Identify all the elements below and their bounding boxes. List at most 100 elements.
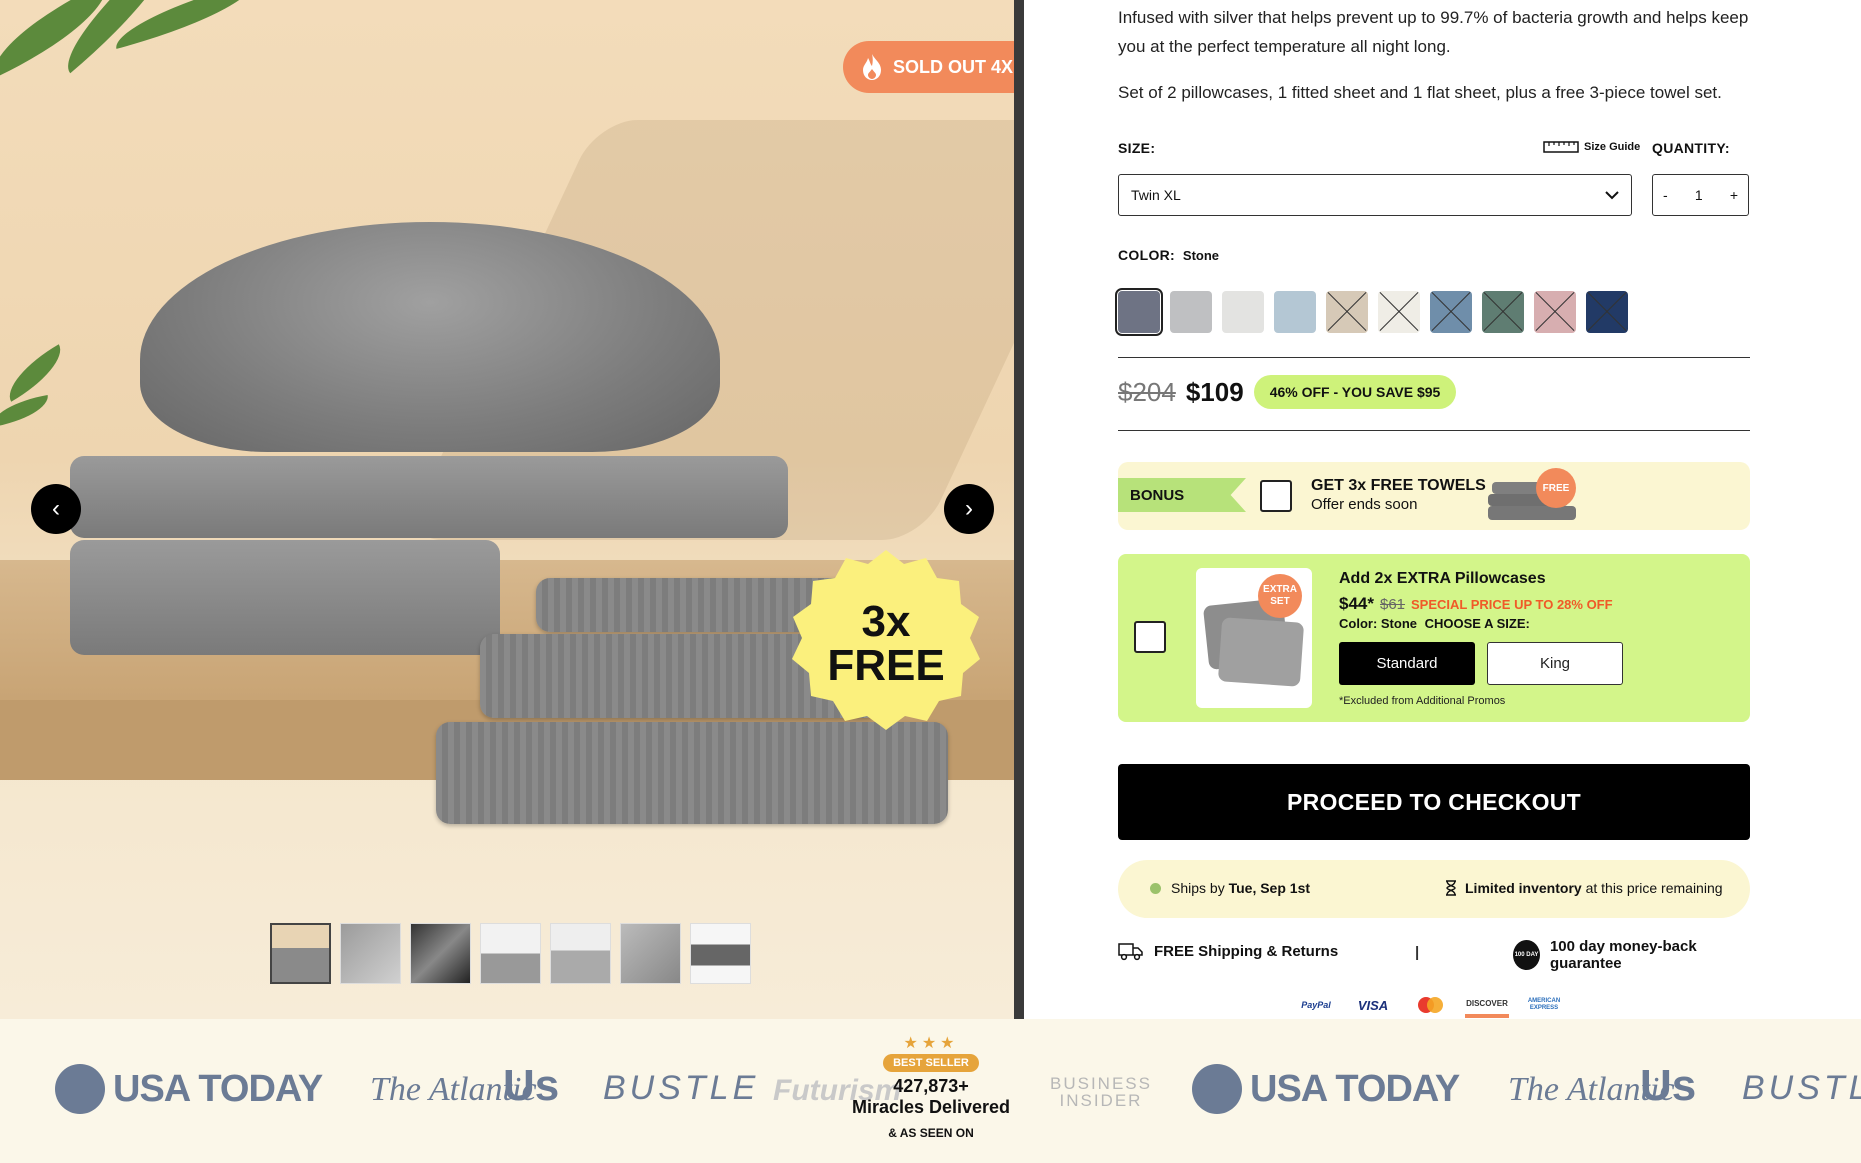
- product-panel: Infused with silver that helps prevent u…: [1115, 0, 1750, 1018]
- business-insider-line2: INSIDER: [1059, 1091, 1143, 1110]
- ruler-icon: [1543, 141, 1579, 153]
- truck-icon: [1118, 943, 1143, 961]
- extra-prices: $44* $61 SPECIAL PRICE UP TO 28% OFF: [1339, 594, 1613, 614]
- bonus-subtitle: Offer ends soon: [1311, 496, 1418, 513]
- color-label: COLOR:: [1118, 247, 1176, 263]
- color-value: Stone: [1182, 248, 1220, 263]
- bonus-checkbox[interactable]: [1260, 480, 1292, 512]
- size-guide-link[interactable]: Size Guide: [1543, 140, 1640, 154]
- chevron-left-icon: ‹: [52, 495, 60, 522]
- amex-icon: AMERICAN EXPRESS: [1522, 994, 1566, 1016]
- set-info: Set of 2 pillowcases, 1 fitted sheet and…: [1118, 83, 1722, 102]
- thumbnail[interactable]: [270, 923, 331, 984]
- next-image-button[interactable]: ›: [944, 484, 994, 534]
- prev-image-button[interactable]: ‹: [31, 484, 81, 534]
- hourglass-icon: [1446, 880, 1456, 896]
- as-seen-on: & AS SEEN ON: [888, 1126, 974, 1140]
- thumbnail[interactable]: [480, 923, 541, 984]
- free-towels-badge: 3x FREE: [790, 548, 982, 740]
- paypal-icon: PayPal: [1294, 994, 1338, 1016]
- divider: [1118, 430, 1750, 431]
- color-swatches: [1115, 288, 1628, 336]
- usa-today-dot-icon: [1192, 1064, 1242, 1114]
- shipping-info: Ships by Tue, Sep 1st Limited inventory …: [1118, 860, 1750, 918]
- color-swatch[interactable]: [1222, 291, 1264, 333]
- extra-color: Color: Stone: [1339, 616, 1417, 631]
- press-banner: E USA TODAY The Atlantic Us BUSTLE Futur…: [0, 1019, 1861, 1163]
- color-swatch[interactable]: [1115, 288, 1163, 336]
- size-king-button[interactable]: King: [1487, 642, 1623, 685]
- color-swatch[interactable]: [1326, 291, 1368, 333]
- color-swatch[interactable]: [1170, 291, 1212, 333]
- miracles-count: 427,873+: [893, 1076, 969, 1096]
- color-swatch[interactable]: [1482, 291, 1524, 333]
- extra-sticker-line2: SET: [1270, 596, 1290, 607]
- status-dot-icon: [1150, 882, 1161, 894]
- bustle-text: BUSTLE: [603, 1069, 760, 1107]
- extra-pillowcases-checkbox[interactable]: [1134, 621, 1166, 653]
- bonus-tag: BONUS: [1118, 478, 1246, 512]
- pillowcase-image: EXTRA SET: [1196, 568, 1312, 708]
- thumbnail[interactable]: [690, 923, 751, 984]
- quantity-stepper: - 1 +: [1652, 174, 1749, 216]
- original-price: $204: [1118, 376, 1176, 407]
- color-swatch[interactable]: [1274, 291, 1316, 333]
- color-swatch[interactable]: [1534, 291, 1576, 333]
- perk-separator: |: [1415, 944, 1420, 961]
- thumbnail-strip: [270, 923, 751, 984]
- size-label: SIZE:: [1118, 140, 1156, 156]
- quantity-label: QUANTITY:: [1652, 140, 1730, 156]
- extra-color-line: Color: Stone CHOOSE A SIZE:: [1339, 616, 1530, 631]
- us-text: Us: [1640, 1061, 1697, 1110]
- free-badge-text: FREE: [827, 641, 945, 690]
- extra-sticker-line1: EXTRA: [1263, 584, 1297, 595]
- usa-today-dot-icon: [55, 1064, 105, 1114]
- guarantee-badge-icon: 100 DAY: [1513, 940, 1540, 970]
- sold-out-badge: SOLD OUT 4X: [843, 41, 1014, 93]
- us-weekly-logo: Us: [503, 1061, 559, 1111]
- usa-today-text: USA TODAY: [113, 1067, 323, 1110]
- size-standard-button[interactable]: Standard: [1339, 642, 1475, 685]
- usa-today-logo: USA TODAY: [1192, 1064, 1460, 1114]
- bustle-text: BUSTLE: [1742, 1069, 1861, 1107]
- bonus-title: GET 3x FREE TOWELS: [1311, 477, 1486, 494]
- checkout-button[interactable]: PROCEED TO CHECKOUT: [1118, 764, 1750, 840]
- extra-choose-size: CHOOSE A SIZE:: [1424, 616, 1530, 631]
- pay-label: DISCOVER: [1466, 998, 1508, 1008]
- towel-stack-image: FREE: [1488, 468, 1578, 522]
- divider: [1118, 357, 1750, 358]
- extra-pillowcases-offer: EXTRA SET Add 2x EXTRA Pillowcases $44* …: [1118, 554, 1750, 722]
- usa-today-logo: USA TODAY: [55, 1064, 323, 1114]
- thumbnail[interactable]: [340, 923, 401, 984]
- sold-out-text: SOLD OUT 4X: [893, 56, 1014, 77]
- free-shipping-text: FREE Shipping & Returns: [1154, 942, 1339, 960]
- extra-price: $44*: [1339, 594, 1374, 613]
- thumbnail[interactable]: [550, 923, 611, 984]
- thumbnail[interactable]: [620, 923, 681, 984]
- size-guide-text: Size Guide: [1584, 141, 1641, 153]
- size-select-value: Twin XL: [1131, 187, 1181, 203]
- color-swatch[interactable]: [1430, 291, 1472, 333]
- us-weekly-logo: Us: [1640, 1061, 1696, 1111]
- miracles-text: Miracles Delivered: [851, 1097, 1011, 1117]
- bustle-logo: BUSTLE: [603, 1069, 759, 1108]
- folded-sheet: [70, 540, 500, 655]
- business-insider-logo: BUSINESS INSIDER: [1050, 1075, 1152, 1109]
- chevron-right-icon: ›: [965, 495, 973, 522]
- chevron-down-icon: [1605, 190, 1619, 199]
- gallery-edge: [1014, 0, 1024, 1019]
- ships-prefix: Ships by: [1171, 880, 1225, 896]
- extra-title: Add 2x EXTRA Pillowcases: [1339, 570, 1546, 587]
- usa-today-text: USA TODAY: [1250, 1067, 1460, 1110]
- product-gallery: SOLD OUT 4X 3x FREE ‹ ›: [0, 0, 1014, 1019]
- inventory-rest: at this price remaining: [1585, 880, 1723, 896]
- thumbnail[interactable]: [410, 923, 471, 984]
- bustle-logo: BUSTLE: [1742, 1069, 1861, 1108]
- quantity-value[interactable]: 1: [1695, 187, 1703, 203]
- quantity-increase-button[interactable]: +: [1730, 187, 1738, 203]
- color-swatch[interactable]: [1378, 291, 1420, 333]
- quantity-decrease-button[interactable]: -: [1663, 187, 1668, 203]
- size-select[interactable]: Twin XL: [1118, 174, 1632, 216]
- color-swatch[interactable]: [1586, 291, 1628, 333]
- ships-date: Tue, Sep 1st: [1228, 880, 1311, 896]
